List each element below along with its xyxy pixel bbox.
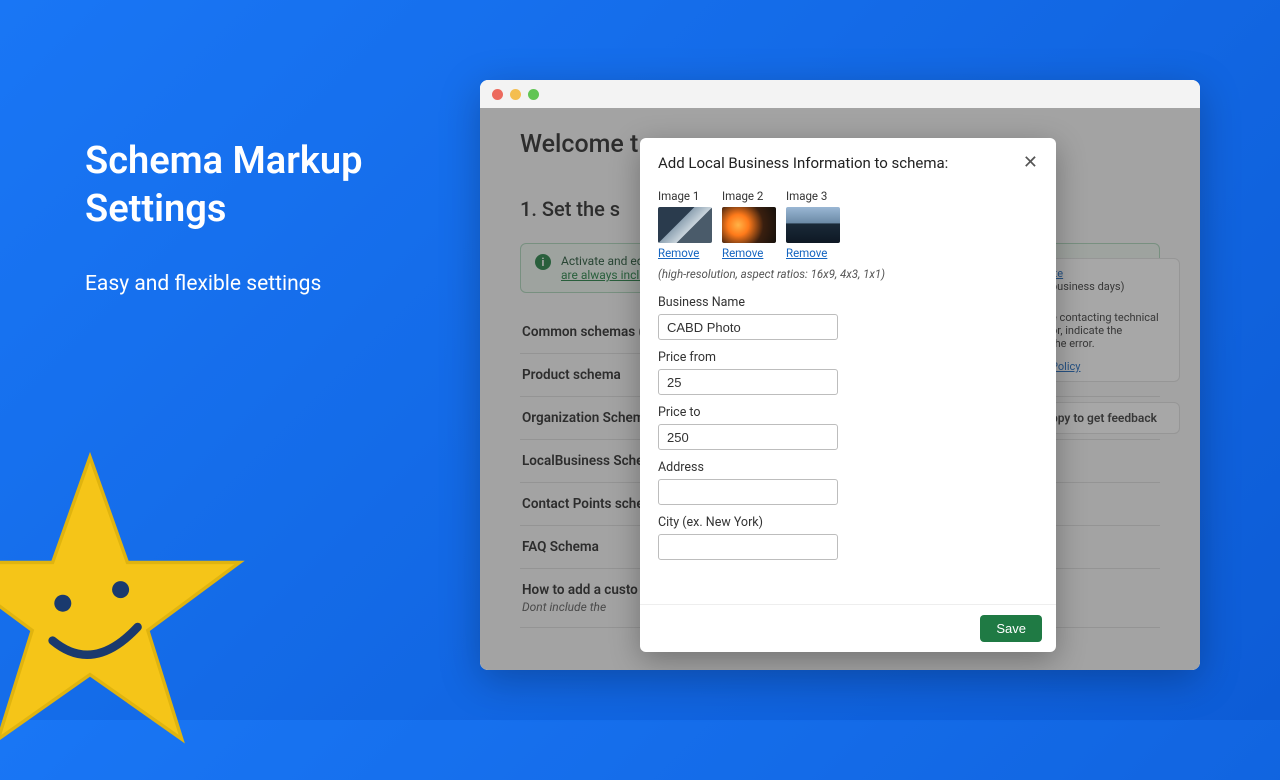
image-thumbnail[interactable] bbox=[658, 207, 712, 243]
address-input[interactable] bbox=[658, 479, 838, 505]
save-button[interactable]: Save bbox=[980, 615, 1042, 642]
promo-subtitle: Easy and flexible settings bbox=[85, 267, 405, 303]
image-label: Image 2 bbox=[722, 189, 776, 203]
window-close-icon[interactable] bbox=[492, 89, 503, 100]
modal-title: Add Local Business Information to schema… bbox=[658, 154, 948, 172]
local-business-modal: Add Local Business Information to schema… bbox=[640, 138, 1056, 652]
promo-title: Schema Markup Settings bbox=[85, 138, 405, 233]
browser-window: Welcome t 1. Set the s i Activate and ed… bbox=[480, 80, 1200, 670]
image-slot-1: Image 1 Remove bbox=[658, 189, 712, 261]
window-maximize-icon[interactable] bbox=[528, 89, 539, 100]
remove-image-link[interactable]: Remove bbox=[722, 246, 763, 260]
price-to-label: Price to bbox=[658, 405, 1038, 420]
address-label: Address bbox=[658, 460, 1038, 475]
image-label: Image 1 bbox=[658, 189, 712, 203]
price-from-label: Price from bbox=[658, 350, 1038, 365]
business-name-input[interactable] bbox=[658, 314, 838, 340]
image-thumbnail[interactable] bbox=[722, 207, 776, 243]
image-thumbnail[interactable] bbox=[786, 207, 840, 243]
star-mascot-icon bbox=[0, 440, 260, 780]
city-input[interactable] bbox=[658, 534, 838, 560]
business-name-label: Business Name bbox=[658, 295, 1038, 310]
image-hint: (high-resolution, aspect ratios: 16x9, 4… bbox=[658, 267, 1038, 281]
remove-image-link[interactable]: Remove bbox=[658, 246, 699, 260]
price-from-input[interactable] bbox=[658, 369, 838, 395]
image-row: Image 1 Remove Image 2 Remove Image 3 Re… bbox=[658, 189, 1038, 261]
image-label: Image 3 bbox=[786, 189, 840, 203]
window-titlebar bbox=[480, 80, 1200, 108]
promo-panel: Schema Markup Settings Easy and flexible… bbox=[85, 138, 405, 303]
remove-image-link[interactable]: Remove bbox=[786, 246, 827, 260]
window-minimize-icon[interactable] bbox=[510, 89, 521, 100]
modal-header: Add Local Business Information to schema… bbox=[640, 138, 1056, 183]
city-label: City (ex. New York) bbox=[658, 515, 1038, 530]
price-to-input[interactable] bbox=[658, 424, 838, 450]
modal-footer: Save bbox=[640, 604, 1056, 652]
image-slot-2: Image 2 Remove bbox=[722, 189, 776, 261]
modal-body[interactable]: Image 1 Remove Image 2 Remove Image 3 Re… bbox=[640, 183, 1056, 604]
close-icon[interactable]: ✕ bbox=[1023, 152, 1038, 173]
image-slot-3: Image 3 Remove bbox=[786, 189, 840, 261]
